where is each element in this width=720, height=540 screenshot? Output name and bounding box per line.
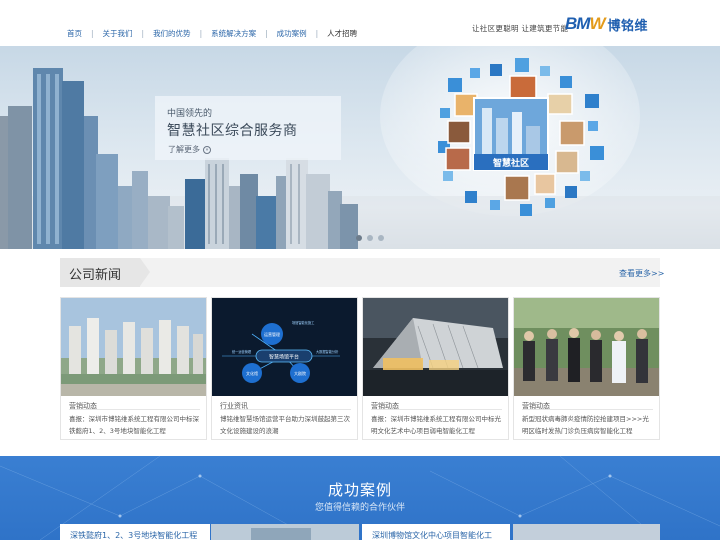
case-building-image [211, 524, 359, 540]
news-card[interactable]: 营销动态 新型冠状病毒肺炎疫情防控抢建项目>>>光明区临时发热门诊负压病房智能化… [513, 297, 660, 440]
slide-dot[interactable] [356, 235, 362, 241]
diagram-node: 文化馆 [246, 370, 258, 376]
diagram-node: 大剧院 [294, 370, 306, 376]
diagram-node: 运营管理 [264, 331, 280, 337]
case-title: 深铁懿府1、2、3号地块智能化工程 [70, 531, 198, 540]
platform-diagram-image: 智慧场馆平台 运营管理 文化馆 大剧院 统一运营管理 大数据智能分析 场馆智能化… [212, 298, 357, 396]
nav-separator: | [315, 29, 319, 38]
banner-illustration: 智慧社区 [0, 58, 720, 249]
slide-dot[interactable] [367, 235, 373, 241]
case-building-image [513, 524, 660, 540]
cases-title: 成功案例 [327, 481, 392, 499]
main-nav: 首页 | 关于我们 | 我们的优势 | 系统解决方案 | 成功案例 | 人才招聘 [67, 28, 357, 39]
slide-dot[interactable] [378, 235, 384, 241]
nav-item-careers[interactable]: 人才招聘 [327, 28, 357, 39]
nav-separator: | [141, 29, 145, 38]
news-card[interactable]: 营销动态 喜报：深圳市博铭维系统工程有限公司中标深铁懿府1、2、3号地块智能化工… [60, 297, 207, 440]
banner-subtitle: 中国领先的 [167, 109, 213, 119]
hero-banner: 智慧社区 中国领先的 智慧社区综合服务商 了解更多 » [0, 46, 720, 249]
banner-title: 智慧社区综合服务商 [167, 123, 298, 139]
nav-separator: | [91, 29, 94, 38]
smart-community-cube-cluster [438, 58, 604, 216]
news-thumbnail [514, 298, 659, 396]
case-card[interactable]: 深圳博物馆文化中心项目智能化工 [362, 524, 510, 540]
nav-separator: | [199, 29, 203, 38]
nav-separator: | [265, 29, 268, 38]
diagram-label: 场馆智能化施工 [292, 320, 315, 325]
company-logo[interactable]: BMW 博铭维 [565, 14, 648, 34]
diagram-label: 大数据智能分析 [316, 349, 339, 354]
banner-learn-more-link[interactable]: 了解更多 » [168, 144, 211, 155]
news-summary: 博铭维智慧场馆运营平台助力深圳鼓起第三次文化设施建设的浪潮 [220, 415, 350, 435]
site-header: 首页 | 关于我们 | 我们的优势 | 系统解决方案 | 成功案例 | 人才招聘… [0, 0, 720, 46]
arrow-circle-icon: » [203, 145, 211, 154]
news-card[interactable]: 智慧场馆平台 运营管理 文化馆 大剧院 统一运营管理 大数据智能分析 场馆智能化… [211, 297, 358, 440]
nav-item-solutions[interactable]: 系统解决方案 [211, 28, 256, 39]
news-thumbnail: 智慧场馆平台 运营管理 文化馆 大剧院 统一运营管理 大数据智能分析 场馆智能化… [212, 298, 357, 396]
news-thumbnail [363, 298, 508, 396]
header-slogan: 让社区更聪明 让建筑更节能 [472, 24, 569, 33]
divider [220, 409, 351, 410]
residential-towers-image [61, 298, 206, 396]
logo-text: 博铭维 [607, 18, 649, 34]
cube-label: 智慧社区 [493, 157, 529, 169]
nav-item-cases[interactable]: 成功案例 [277, 28, 307, 39]
cases-subtitle: 您值得信赖的合作伙伴 [314, 503, 405, 513]
homepage: 首页 | 关于我们 | 我们的优势 | 系统解决方案 | 成功案例 | 人才招聘… [0, 0, 720, 540]
news-section-title: 公司新闻 [69, 268, 122, 283]
banner-learn-more-label: 了解更多 [168, 145, 200, 154]
divider [69, 409, 200, 410]
divider [522, 409, 653, 410]
site-inspection-image [514, 298, 659, 396]
culture-center-image [363, 298, 508, 396]
logo-mark: BMW [565, 14, 606, 34]
banner-slide-dots [356, 235, 384, 241]
news-summary: 喜报：深圳市博铭维系统工程有限公司中标深铁懿府1、2、3号地块智能化工程 [69, 415, 199, 435]
news-summary: 喜报：深圳市博铭维系统工程有限公司中标光明文化艺术中心项目弱电智能化工程 [371, 415, 501, 435]
diagram-center: 智慧场馆平台 [269, 354, 299, 361]
news-more-link[interactable]: 查看更多>> [619, 268, 664, 279]
nav-item-about[interactable]: 关于我们 [103, 28, 133, 39]
divider [371, 409, 502, 410]
news-section-header [60, 258, 660, 287]
news-thumbnail [61, 298, 206, 396]
logo-mark-bm: BM [565, 14, 590, 33]
news-card[interactable]: 营销动态 喜报：深圳市博铭维系统工程有限公司中标光明文化艺术中心项目弱电智能化工… [362, 297, 509, 440]
case-image[interactable] [211, 524, 359, 540]
nav-item-advantages[interactable]: 我们的优势 [153, 28, 191, 39]
news-summary: 新型冠状病毒肺炎疫情防控抢建项目>>>光明区临时发热门诊负压病房智能化工程 [522, 415, 649, 435]
logo-mark-w: W [589, 14, 605, 33]
nav-item-home[interactable]: 首页 [67, 28, 82, 39]
diagram-label: 统一运营管理 [232, 349, 252, 354]
case-title: 深圳博物馆文化中心项目智能化工 [372, 531, 492, 540]
case-image[interactable] [513, 524, 660, 540]
case-card[interactable]: 深铁懿府1、2、3号地块智能化工程 [60, 524, 210, 540]
